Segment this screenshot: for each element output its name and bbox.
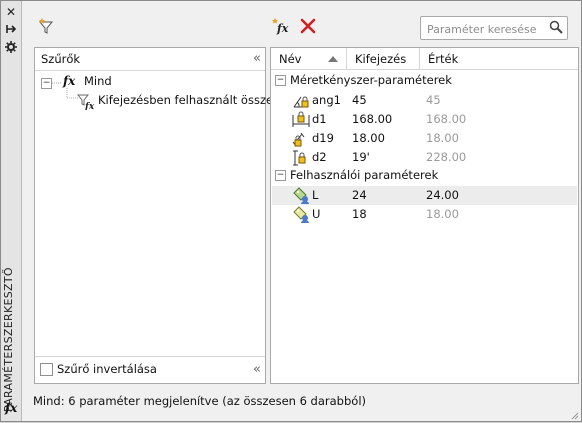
palette-titlebar[interactable]: ✕ PARAMÉTERSZERKESZTŐ fx bbox=[1, 1, 22, 421]
properties-gear-icon[interactable] bbox=[4, 41, 18, 55]
delete-icon[interactable] bbox=[299, 17, 317, 35]
palette-title: PARAMÉTERSZERKESZTŐ bbox=[2, 267, 15, 412]
svg-text:fx: fx bbox=[276, 22, 289, 35]
filter-star-icon[interactable] bbox=[37, 17, 55, 35]
filters-header: Szűrők « bbox=[35, 48, 265, 71]
user-parameter-icon bbox=[292, 206, 310, 223]
group-label: Felhasználói paraméterek bbox=[290, 168, 439, 182]
group-label: Méretkényszer-paraméterek bbox=[290, 73, 452, 87]
autohide-icon[interactable] bbox=[4, 23, 18, 37]
close-icon[interactable]: ✕ bbox=[4, 5, 18, 19]
fx-icon: fx bbox=[63, 74, 76, 88]
filters-panel: Szűrők « − fx Mind fx Kifejezésben felha… bbox=[34, 47, 279, 384]
filters-title: Szűrők bbox=[41, 52, 81, 66]
filter-label-used: Kifejezésben felhasznált összes bbox=[98, 93, 280, 107]
column-header-expression[interactable]: Kifejezés bbox=[347, 48, 420, 70]
collapse-chevron-icon[interactable]: « bbox=[253, 51, 261, 66]
sort-ascending-icon bbox=[328, 56, 338, 62]
linear-constraint-lock-icon bbox=[292, 111, 310, 128]
aligned-constraint-lock-icon bbox=[292, 130, 310, 147]
column-header-value[interactable]: Érték bbox=[420, 48, 578, 70]
parameter-row[interactable]: d19 18.00 18.00 bbox=[272, 129, 577, 148]
parameter-row[interactable]: d1 168.00 168.00 bbox=[272, 110, 577, 129]
parameter-row[interactable]: d2 19' 228.00 bbox=[272, 148, 577, 167]
parameter-row[interactable]: ang1 45 45 bbox=[272, 91, 577, 110]
filter-label-all: Mind bbox=[84, 74, 112, 88]
parameter-row[interactable]: U 18 18.00 bbox=[272, 205, 577, 224]
fx-icon: fx bbox=[5, 401, 18, 415]
angular-constraint-lock-icon bbox=[292, 92, 310, 109]
search-icon[interactable] bbox=[549, 20, 563, 34]
group-expander[interactable]: − bbox=[275, 170, 286, 181]
invert-filter-label[interactable]: Szűrő invertálása bbox=[57, 362, 157, 376]
column-header-name[interactable]: Név bbox=[271, 48, 347, 70]
search-input[interactable] bbox=[425, 20, 547, 38]
resize-grip-icon[interactable] bbox=[569, 409, 579, 420]
group-expander[interactable]: − bbox=[275, 75, 286, 86]
parameter-row-selected[interactable]: L 24 24.00 bbox=[272, 186, 577, 205]
invert-filter-checkbox[interactable] bbox=[40, 363, 53, 376]
parameters-grid: Név Kifejezés Érték − Méretkényszer-para… bbox=[270, 47, 579, 384]
new-user-parameter-icon[interactable]: fx bbox=[271, 17, 289, 35]
svg-text:fx: fx bbox=[84, 102, 95, 110]
parameter-search-box[interactable] bbox=[420, 16, 568, 40]
vertical-constraint-lock-icon bbox=[292, 149, 310, 166]
filters-footer: Szűrő invertálása « bbox=[35, 356, 265, 383]
user-parameter-icon bbox=[292, 187, 310, 204]
collapse-chevron-icon[interactable]: « bbox=[253, 362, 261, 377]
status-text: Mind: 6 paraméter megjelenítve (az össze… bbox=[33, 394, 367, 408]
parameters-manager-palette: ✕ PARAMÉTERSZERKESZTŐ fx fx Szűrők bbox=[0, 0, 582, 422]
tree-expander[interactable]: − bbox=[41, 78, 52, 89]
